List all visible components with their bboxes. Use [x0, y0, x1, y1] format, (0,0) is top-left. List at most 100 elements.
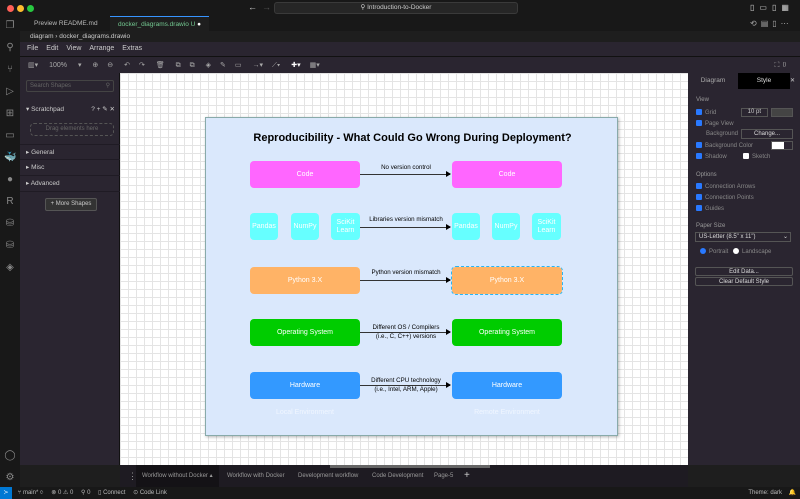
theme-status[interactable]: Theme: dark	[748, 487, 782, 499]
shadow-icon[interactable]: ▭	[235, 62, 242, 69]
editor-actions-icons[interactable]: ⟲▤▯⋯	[750, 19, 793, 28]
page-tab-code-development[interactable]: Code Development	[366, 465, 429, 487]
diagram-canvas[interactable]: Reproducibility - What Could Go Wrong Du…	[120, 73, 688, 465]
insert-icon[interactable]: ✚▾	[291, 62, 300, 69]
account-icon[interactable]: ◯	[4, 450, 16, 462]
menu-edit[interactable]: Edit	[46, 45, 58, 52]
delete-icon[interactable]: 🗑	[156, 62, 165, 69]
command-center-search[interactable]: ⚲ Introduction-to-Docker	[274, 2, 518, 14]
branch-status[interactable]: ⑂ main* ⟳	[18, 490, 44, 496]
pandas-box-local[interactable]: Pandas	[250, 213, 278, 240]
database-icon[interactable]: ⛁	[4, 240, 16, 252]
layers-icon[interactable]: ◈	[4, 262, 16, 274]
scratchpad-header[interactable]: ▾ Scratchpad? + ✎ ✕	[20, 102, 120, 118]
python-box-local[interactable]: Python 3.X	[250, 267, 360, 294]
portrait-radio[interactable]: Portrait	[700, 248, 728, 255]
extension-icon[interactable]: ●	[4, 174, 16, 186]
page-tab-workflow-without-docker[interactable]: Workflow without Docker ▴	[136, 465, 219, 487]
python-box-remote-selected[interactable]: Python 3.X	[451, 266, 563, 295]
table-icon[interactable]: ▦▾	[310, 62, 320, 69]
scratchpad-dropzone[interactable]: Drag elements here	[30, 123, 114, 136]
sketch-checkbox[interactable]: Sketch	[743, 153, 770, 160]
tab-diagram[interactable]: Diagram	[688, 73, 738, 89]
problems-status[interactable]: ⊗ 0 ⚠ 0	[51, 490, 73, 496]
to-front-icon[interactable]: ⧉	[176, 62, 181, 69]
explorer-icon[interactable]: ❐	[4, 20, 16, 32]
layout-toggle-icons[interactable]: ▯▭▯▦	[750, 3, 794, 12]
scratchpad-actions-icons[interactable]: ? + ✎ ✕	[91, 102, 115, 118]
page-tab-development-workflow[interactable]: Development workflow	[292, 465, 364, 487]
numpy-box-local[interactable]: NumPy	[291, 213, 319, 240]
source-control-icon[interactable]: ⑂	[4, 64, 16, 76]
paper-size-select[interactable]: US-Letter (8.5" x 11") ⌄	[695, 232, 791, 242]
redo-icon[interactable]: ↷	[139, 62, 145, 69]
back-icon[interactable]: ←	[248, 2, 257, 12]
fill-color-icon[interactable]: ◈	[206, 62, 211, 69]
minimize-window-button[interactable]	[17, 5, 24, 12]
menu-file[interactable]: File	[27, 45, 38, 52]
ports-status[interactable]: ⚲ 0	[81, 490, 90, 496]
scikit-box-remote[interactable]: SciKit Learn	[532, 213, 561, 240]
settings-gear-icon[interactable]: ⚙	[4, 472, 16, 484]
change-background-button[interactable]: Change...	[741, 129, 793, 139]
waypoints-icon[interactable]: ⟋▾	[272, 62, 280, 69]
docker-icon[interactable]: 🐳	[4, 152, 16, 164]
grid-color-button[interactable]	[771, 108, 793, 117]
tab-preview-readme[interactable]: Preview README.md	[26, 16, 106, 31]
menu-arrange[interactable]: Arrange	[89, 45, 114, 52]
menu-extras[interactable]: Extras	[122, 45, 142, 52]
remote-explorer-icon[interactable]: ▭	[4, 130, 16, 142]
numpy-box-remote[interactable]: NumPy	[492, 213, 520, 240]
page-tab-page-5[interactable]: Page-5	[428, 465, 459, 487]
code-box-local[interactable]: Code	[250, 161, 360, 188]
zoom-out-icon[interactable]: ⊖	[107, 62, 113, 69]
zoom-select[interactable]: 100% ▾	[49, 62, 81, 69]
more-shapes-button[interactable]: + More Shapes	[45, 198, 97, 211]
database-icon[interactable]: ⛁	[4, 218, 16, 230]
page-tab-workflow-with-docker[interactable]: Workflow with Docker	[221, 465, 291, 487]
section-misc[interactable]: ▸ Misc	[20, 160, 120, 176]
close-window-button[interactable]	[7, 5, 14, 12]
zoom-in-icon[interactable]: ⊕	[92, 62, 98, 69]
breadcrumb-item[interactable]: diagram	[30, 33, 53, 40]
undo-icon[interactable]: ↶	[124, 62, 130, 69]
add-page-icon[interactable]: +	[458, 465, 476, 487]
format-panel-icon[interactable]: ▥▾	[28, 62, 38, 69]
pandas-box-remote[interactable]: Pandas	[452, 213, 480, 240]
page-view-checkbox[interactable]: Page View	[696, 120, 734, 127]
guides-checkbox[interactable]: Guides	[696, 205, 724, 212]
clear-default-style-button[interactable]: Clear Default Style	[695, 277, 793, 286]
tab-style[interactable]: Style	[738, 73, 790, 89]
forward-icon[interactable]: →	[262, 2, 271, 12]
search-shapes-input[interactable]: Search Shapes ⚲	[26, 80, 114, 92]
code-link-status[interactable]: ⊙ Code Link	[133, 490, 167, 496]
os-box-remote[interactable]: Operating System	[452, 319, 562, 346]
maximize-window-button[interactable]	[27, 5, 34, 12]
remote-icon[interactable]: ≻	[0, 487, 12, 499]
horizontal-scrollbar[interactable]	[330, 465, 490, 468]
arrow-python[interactable]	[360, 277, 451, 283]
close-icon[interactable]: ✕	[790, 73, 800, 89]
arrow-libraries[interactable]	[360, 224, 451, 230]
background-color-checkbox[interactable]: Background Color	[696, 142, 753, 149]
connection-points-checkbox[interactable]: Connection Points	[696, 194, 754, 201]
connection-icon[interactable]: →▾	[252, 62, 263, 69]
tab-docker-diagrams[interactable]: docker_diagrams.drawio U ●	[110, 16, 210, 31]
breadcrumb-item[interactable]: docker_diagrams.drawio	[59, 33, 130, 40]
hardware-box-remote[interactable]: Hardware	[452, 372, 562, 399]
section-general[interactable]: ▸ General	[20, 144, 120, 160]
fullscreen-icon[interactable]: ⛶ ▯	[775, 57, 787, 74]
landscape-radio[interactable]: Landscape	[733, 248, 771, 255]
background-color-button[interactable]	[771, 141, 793, 150]
grid-size-input[interactable]: 10 pt	[741, 108, 768, 117]
line-color-icon[interactable]: ✎	[220, 62, 226, 69]
search-icon[interactable]: ⚲	[4, 42, 16, 54]
hardware-box-local[interactable]: Hardware	[250, 372, 360, 399]
extensions-icon[interactable]: ⊞	[4, 108, 16, 120]
r-icon[interactable]: R	[4, 196, 16, 208]
arrow-code[interactable]	[360, 171, 451, 177]
to-back-icon[interactable]: ⧉	[190, 62, 195, 69]
menu-view[interactable]: View	[66, 45, 81, 52]
edit-data-button[interactable]: Edit Data...	[695, 267, 793, 276]
run-debug-icon[interactable]: ▷	[4, 86, 16, 98]
